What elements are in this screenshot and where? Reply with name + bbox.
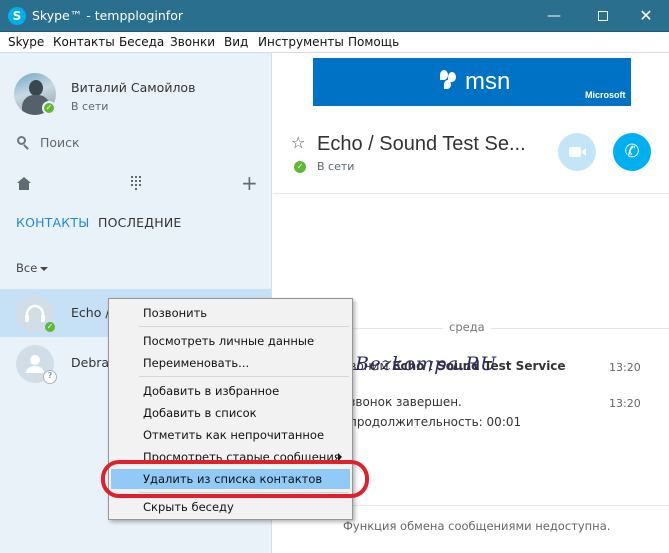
online-status-icon: ✓ <box>294 161 306 173</box>
unknown-status-icon: ? <box>43 370 57 384</box>
dialpad-icon[interactable] <box>131 176 141 190</box>
voice-call-button[interactable]: ✆ <box>613 133 651 171</box>
sidebar-toolbar: + <box>0 173 271 197</box>
favorite-star-icon[interactable]: ☆ <box>291 133 305 152</box>
menu-skype[interactable]: Skype <box>8 35 44 49</box>
msn-ad-banner[interactable]: msn Microsoft <box>313 58 631 106</box>
day-label: среда <box>443 320 491 334</box>
annotation-highlight-ring <box>101 460 369 498</box>
messaging-unavailable-note: Функция обмена сообщениями недоступна. <box>343 519 611 533</box>
tab-contacts[interactable]: КОНТАКТЫ <box>16 215 89 230</box>
profile-status[interactable]: В сети <box>71 100 108 113</box>
home-icon[interactable] <box>17 177 31 191</box>
menu-view[interactable]: Вид <box>224 35 248 49</box>
chevron-down-icon <box>40 266 49 271</box>
menu-item-call[interactable]: Позвонить <box>111 303 350 323</box>
search-icon <box>17 136 29 150</box>
minimize-button[interactable]: — <box>531 0 577 32</box>
skype-logo-icon: S <box>8 7 26 25</box>
filter-label: Все <box>16 261 38 275</box>
video-call-button[interactable] <box>558 133 596 171</box>
search-box[interactable]: Поиск <box>0 133 271 153</box>
menu-help[interactable]: Помощь <box>348 35 399 49</box>
window-title: Skype™ - tempploginfor <box>32 8 183 23</box>
microsoft-label: Microsoft <box>585 90 626 100</box>
menu-conversation[interactable]: Беседа <box>119 35 164 49</box>
header-divider <box>273 193 669 194</box>
phone-icon: ✆ <box>624 141 640 162</box>
menu-item-add-to-list[interactable]: Добавить в список <box>111 403 350 423</box>
online-status-icon: ✓ <box>43 320 57 334</box>
message-time: 13:20 <box>609 397 641 410</box>
menu-calls[interactable]: Звонки <box>170 35 215 49</box>
msn-butterfly-icon <box>438 70 460 92</box>
conversation-status: В сети <box>317 160 355 173</box>
contact-name: Debra <box>71 355 110 370</box>
tab-bar: КОНТАКТЫ ПОСЛЕДНИЕ <box>0 215 271 233</box>
conversation-title[interactable]: Echo / Sound Test Se... <box>317 133 526 156</box>
menu-contacts[interactable]: Контакты <box>53 35 115 49</box>
add-contact-icon[interactable]: + <box>241 173 258 193</box>
title-bar: S Skype™ - tempploginfor — ✕ <box>0 0 669 32</box>
menu-item-rename[interactable]: Переименовать... <box>111 353 350 373</box>
tab-recent[interactable]: ПОСЛЕДНИЕ <box>98 215 181 230</box>
menu-tools[interactable]: Инструменты <box>258 35 344 49</box>
day-separator <box>343 328 669 329</box>
message-call-duration: продолжительность: 00:01 <box>349 415 522 429</box>
menu-bar: Skype Контакты Беседа Звонки Вид Инструм… <box>0 32 669 53</box>
close-button[interactable]: ✕ <box>623 0 669 32</box>
menu-item-view-profile[interactable]: Посмотреть личные данные <box>111 331 350 351</box>
maximize-button[interactable] <box>580 0 626 32</box>
menu-item-mark-unread[interactable]: Отметить как непрочитанное <box>111 425 350 445</box>
online-status-icon: ✓ <box>42 101 56 115</box>
watermark-text: Bezkompa.RU <box>355 353 497 375</box>
message-time: 13:20 <box>609 361 641 374</box>
video-camera-icon <box>569 147 581 157</box>
menu-item-hide-conversation[interactable]: Скрыть беседу <box>111 497 350 517</box>
msn-logo-text: msn <box>465 68 511 95</box>
search-placeholder: Поиск <box>40 135 80 150</box>
menu-item-add-favorite[interactable]: Добавить в избранное <box>111 381 350 401</box>
message-call-ended: звонок завершен. <box>349 395 462 409</box>
contact-name: Echo / <box>71 305 110 320</box>
contact-filter-dropdown[interactable]: Все <box>16 261 49 275</box>
profile-name[interactable]: Виталий Самойлов <box>71 80 195 95</box>
